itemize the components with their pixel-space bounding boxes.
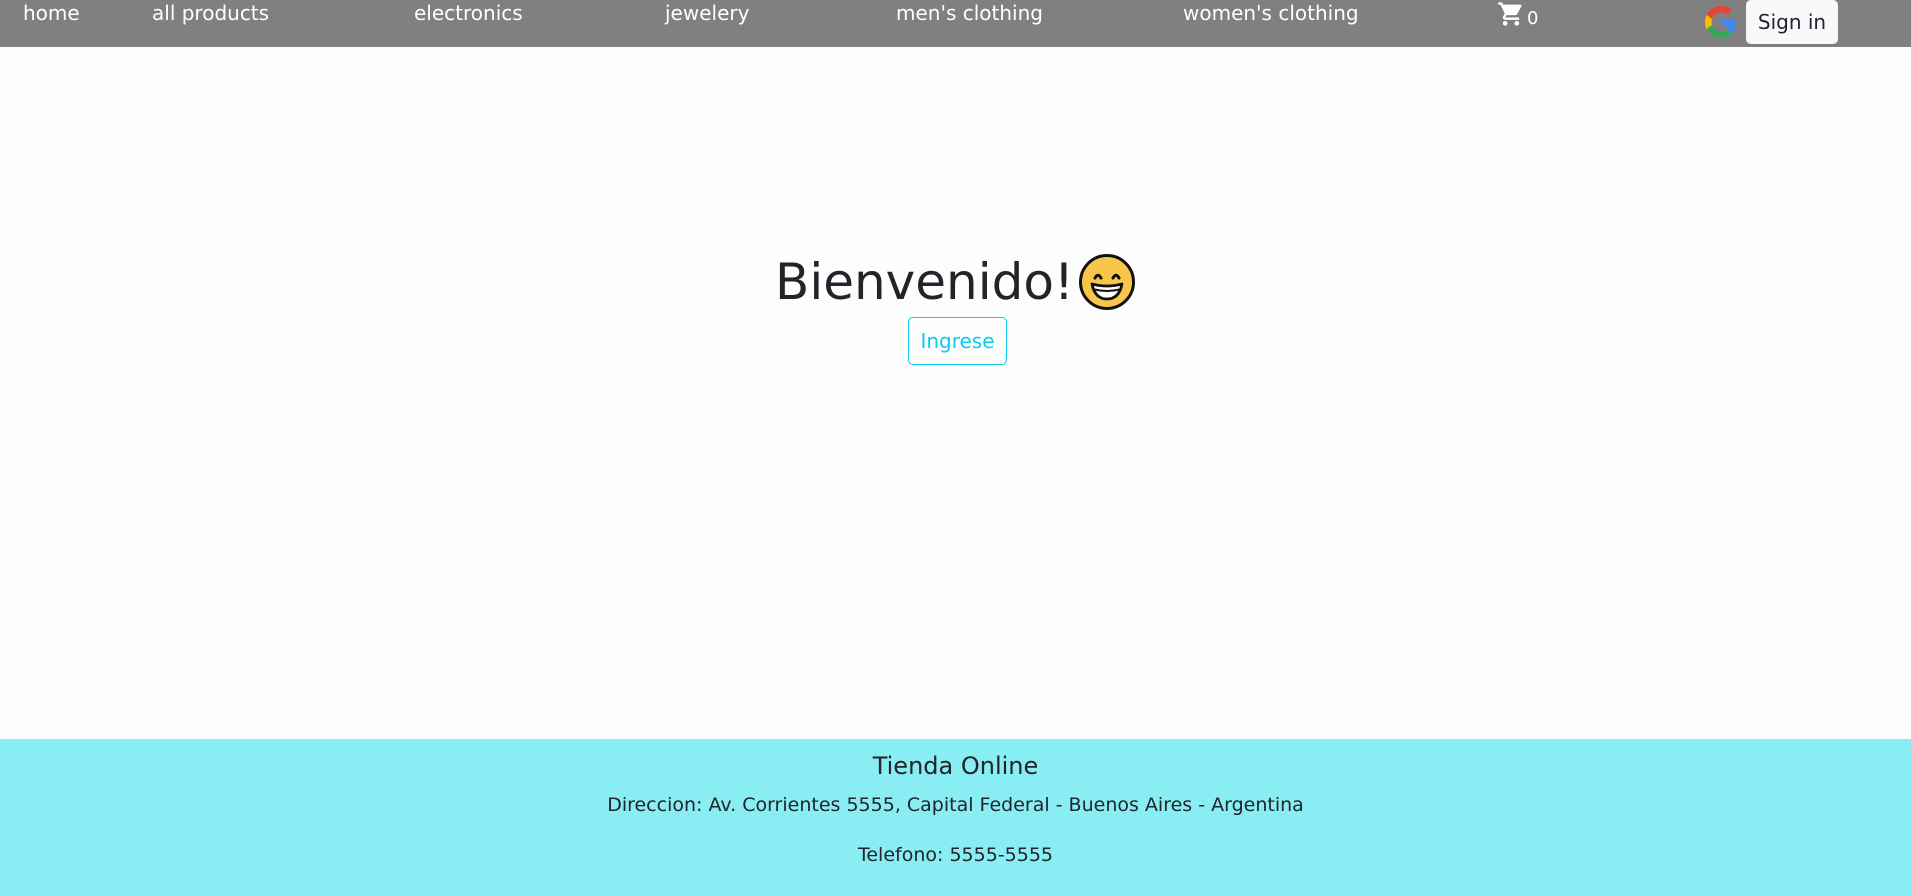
welcome-text: Bienvenido! [775, 252, 1074, 311]
ingrese-button[interactable]: Ingrese [908, 317, 1007, 365]
footer-address: Direccion: Av. Corrientes 5555, Capital … [607, 794, 1304, 816]
footer-phone: Telefono: 5555-5555 [857, 844, 1054, 866]
nav-link-electronics[interactable]: electronics [414, 1, 523, 25]
google-logo-icon[interactable] [1705, 6, 1737, 38]
footer: Tienda Online Direccion: Av. Corrientes … [0, 739, 1911, 896]
sign-in-button[interactable]: Sign in [1746, 0, 1838, 44]
footer-title: Tienda Online [872, 752, 1039, 780]
nav-link-womens-clothing[interactable]: women's clothing [1183, 1, 1359, 25]
navbar: home all products electronics jewelery m… [0, 0, 1911, 47]
grinning-face-icon [1078, 253, 1136, 311]
nav-link-mens-clothing[interactable]: men's clothing [896, 1, 1043, 25]
nav-link-jewelery[interactable]: jewelery [665, 1, 749, 25]
welcome-heading: Bienvenido! [0, 248, 1911, 312]
nav-link-home[interactable]: home [23, 1, 80, 25]
cart-count: 0 [1527, 8, 1539, 29]
nav-link-all-products[interactable]: all products [152, 1, 269, 25]
